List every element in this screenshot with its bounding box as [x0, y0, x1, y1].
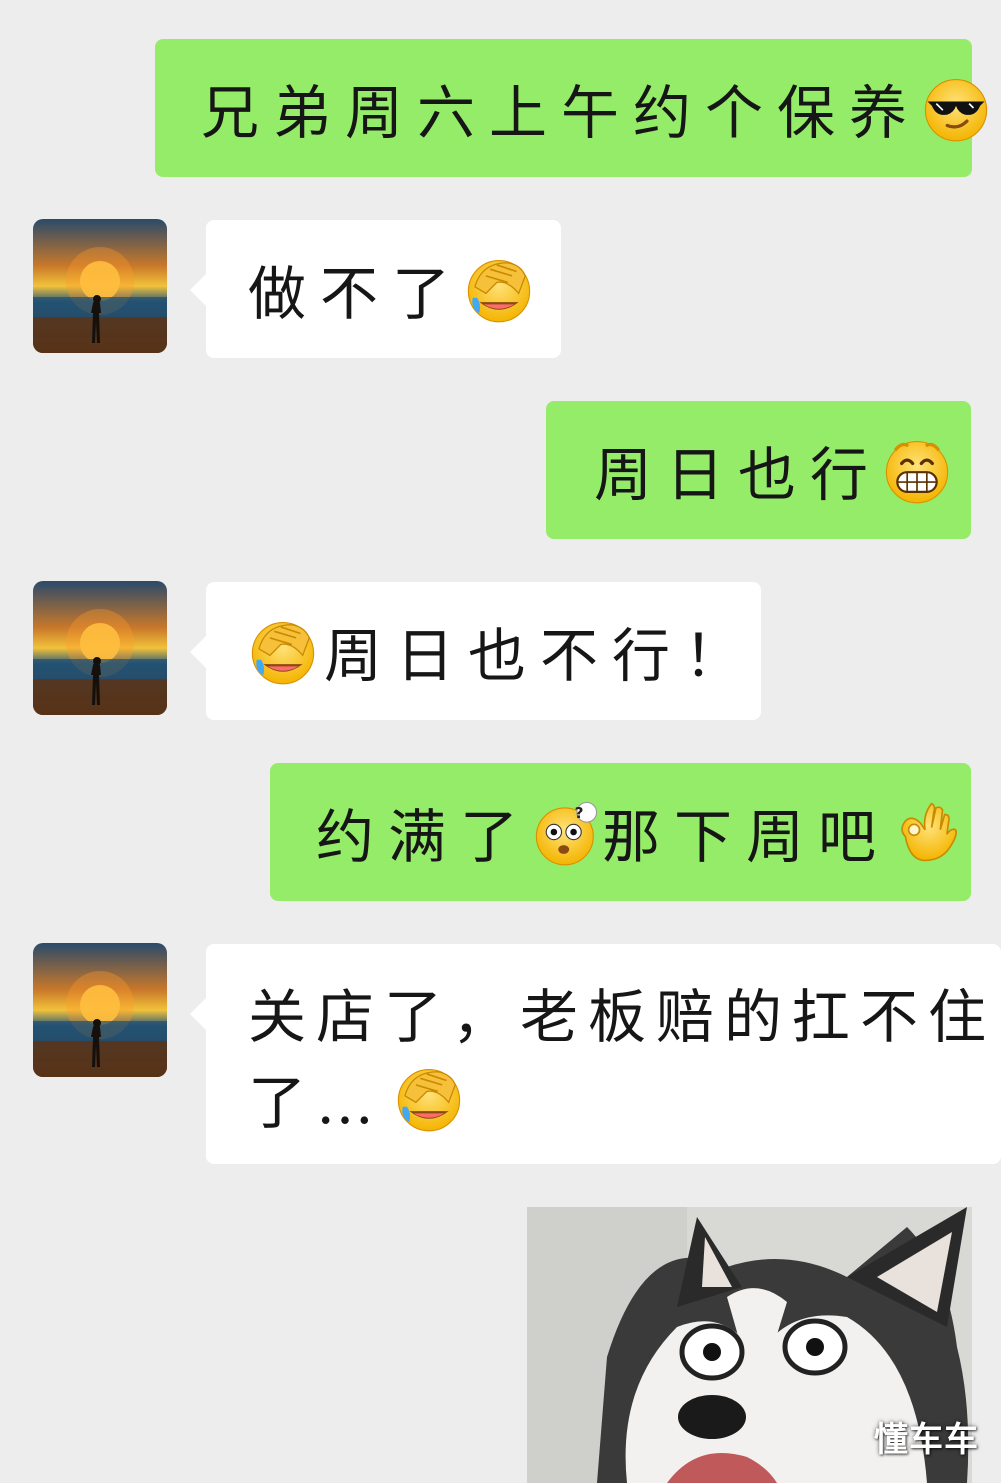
- cool-sunglasses-emoji-icon: [921, 73, 991, 143]
- contact-avatar[interactable]: [33, 581, 167, 715]
- message-text: 那下周吧: [602, 803, 891, 871]
- message-bubble-incoming[interactable]: 做不了: [190, 220, 561, 358]
- message-text: 周日也不行！: [324, 622, 757, 690]
- grin-emoji-icon: [882, 435, 952, 505]
- message-bubble-incoming[interactable]: 关店了，老板赔的扛不住 了…: [190, 944, 1001, 1164]
- facepalm-emoji-icon: [464, 254, 534, 324]
- message-bubble-incoming[interactable]: 周日也不行！: [190, 582, 761, 720]
- message-bubble-outgoing[interactable]: 兄弟周六上午约个保养: [155, 39, 972, 177]
- message-text: 约满了: [316, 803, 533, 871]
- message-text: 做不了: [248, 260, 465, 328]
- facepalm-emoji-icon: [394, 1063, 464, 1133]
- message-bubble-outgoing[interactable]: 周日也行: [546, 401, 971, 539]
- contact-avatar[interactable]: [33, 219, 167, 353]
- message-bubble-outgoing[interactable]: 约满了 那下周吧: [270, 763, 971, 901]
- watermark-text: 懂车车: [874, 1420, 979, 1460]
- message-text: 周日也行: [594, 441, 883, 509]
- confused-question-emoji-icon: [532, 797, 602, 867]
- message-text-line: 了…: [248, 1069, 385, 1137]
- message-text: 兄弟周六上午约个保养: [201, 79, 922, 147]
- message-text-line: 关店了，老板赔的扛不住: [248, 983, 997, 1051]
- contact-avatar[interactable]: [33, 943, 167, 1077]
- facepalm-emoji-icon: [248, 616, 318, 686]
- ok-hand-emoji-icon: [890, 797, 960, 867]
